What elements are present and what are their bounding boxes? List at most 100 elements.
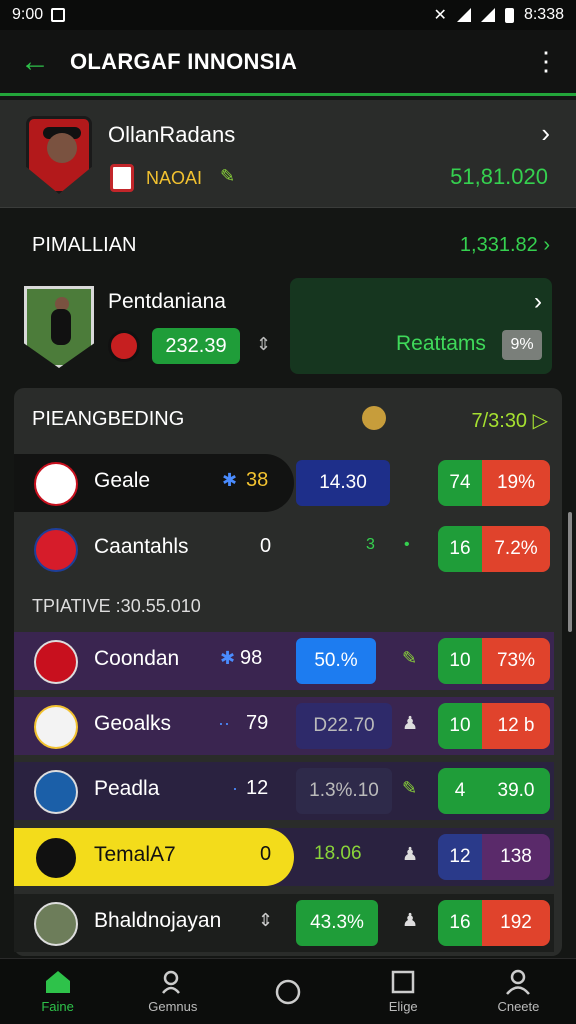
score-pair: 16 192 <box>438 900 550 946</box>
player-row[interactable]: Pentdaniana 232.39 ⇕ › Reattams 9% <box>0 278 576 378</box>
table-row[interactable]: Caantahls 0 3 • 16 7.2% <box>14 520 554 578</box>
score-pair: 16 7.2% <box>438 526 550 572</box>
standings-time-value: 7/3:30 <box>471 410 528 432</box>
team-logo-icon <box>34 462 78 506</box>
promo-card[interactable]: › Reattams 9% <box>290 278 552 374</box>
home-icon <box>44 969 72 995</box>
swap-icon[interactable]: ⇕ <box>256 334 271 355</box>
nav-label: Faine <box>41 999 74 1014</box>
score-a: 16 <box>438 526 482 572</box>
person-search-icon <box>159 969 187 995</box>
club-badge-icon <box>108 330 140 362</box>
player-icon: ♟ <box>402 844 419 864</box>
player-value: 232.39 <box>152 328 240 364</box>
player-name: Pentdaniana <box>108 290 226 313</box>
team-name: Geale <box>94 469 151 492</box>
team-stat: 0 <box>260 843 272 865</box>
table-row[interactable]: Peadla · 12 1.3%.10 ✎ 4 39.0 <box>14 762 554 820</box>
team-name: Geoalks <box>94 712 172 735</box>
player-photo <box>24 286 94 368</box>
team-logo-icon <box>34 836 78 880</box>
score-a: 16 <box>438 900 482 946</box>
team-name: Coondan <box>94 647 180 670</box>
table-row[interactable]: Coondan ✱ 98 50.% ✎ 10 73% <box>14 632 554 690</box>
table-row[interactable]: Geale ✱ 38 14.30 74 19% <box>14 454 554 512</box>
standings-title: PIEANGBEDING <box>32 408 185 430</box>
status-time: 9:00 <box>12 6 44 23</box>
scrollbar[interactable] <box>568 512 572 632</box>
nav-players[interactable]: Gemnus <box>115 959 230 1024</box>
dot-icon: • <box>404 536 410 553</box>
edit-icon[interactable]: ✎ <box>220 166 235 187</box>
swap-icon[interactable]: ⇕ <box>258 910 273 931</box>
chevron-right-icon[interactable]: › <box>541 118 550 149</box>
mute-icon: ✕ <box>433 7 447 24</box>
notification-icon <box>51 8 66 22</box>
nav-label: Gemnus <box>148 999 198 1014</box>
stat-box: 50.% <box>296 638 376 684</box>
team-logo-icon <box>34 640 78 684</box>
coin-icon <box>362 406 386 430</box>
team-logo-icon <box>34 705 78 749</box>
score-b: 73% <box>482 638 550 684</box>
battery-icon <box>504 7 514 23</box>
score-b: 7.2% <box>482 526 550 572</box>
team-value: 51,81.020 <box>450 164 548 189</box>
nav-profile[interactable]: Cneete <box>461 959 576 1024</box>
nation-flag-icon <box>110 164 134 192</box>
app-bar: ← OLARGAF INNONSIA ⋮ <box>0 30 576 96</box>
score-pair: 10 12 b <box>438 703 550 749</box>
mid-stat: 3 <box>366 536 375 553</box>
more-menu-icon[interactable]: ⋮ <box>516 29 576 95</box>
promo-tag: 9% <box>502 330 542 360</box>
team-stat: 12 <box>246 777 269 799</box>
table-row[interactable]: Bhaldnojayan ⇕ 43.3% ♟ 16 192 <box>14 894 554 952</box>
score-a: 10 <box>438 703 482 749</box>
signal-icon <box>480 8 495 22</box>
back-arrow-icon[interactable]: ← <box>0 29 70 95</box>
star-icon: ✱ <box>220 648 236 668</box>
bottom-navigation: Faine Gemnus Elige Cneete <box>0 958 576 1024</box>
promo-label: Reattams <box>396 332 486 355</box>
profile-icon <box>504 969 532 995</box>
nav-home[interactable]: Faine <box>0 959 115 1024</box>
page-title: OLARGAF INNONSIA <box>70 48 298 74</box>
nav-elige[interactable]: Elige <box>346 959 461 1024</box>
stat-box: D22.70 <box>296 703 392 749</box>
status-bar: 9:00 ✕ 8:338 <box>0 0 576 30</box>
section-value-link[interactable]: 1,331.82 › <box>460 234 550 257</box>
team-name: Peadla <box>94 777 160 800</box>
dot-icon: · <box>232 778 238 798</box>
team-stat: 98 <box>240 647 263 669</box>
score-pair: 4 39.0 <box>438 768 550 814</box>
edit-icon[interactable]: ✎ <box>402 648 417 669</box>
score-a: 74 <box>438 460 482 506</box>
score-b: 39.0 <box>482 768 550 814</box>
table-row[interactable]: TemalA7 0 18.06 ♟ 12 138 <box>14 828 554 886</box>
subsection-title: TPIATIVE :30.55.010 <box>32 596 201 616</box>
nav-label: Elige <box>388 999 418 1014</box>
team-stat: 0 <box>260 535 272 557</box>
score-b: 138 <box>482 834 550 880</box>
edit-icon[interactable]: ✎ <box>402 778 417 799</box>
section-title: PIMALLIAN <box>32 234 137 256</box>
section-value: 1,331.82 <box>459 234 538 256</box>
player-avatar <box>34 902 78 946</box>
score-pair: 10 73% <box>438 638 550 684</box>
dot-icon: ·· <box>218 713 230 733</box>
player-icon: ♟ <box>402 910 419 930</box>
standings-time[interactable]: 7/3:30 ▷ <box>471 408 548 433</box>
team-name: Bhaldnojayan <box>94 909 222 932</box>
nav-center[interactable] <box>230 959 345 1024</box>
score-pair: 12 138 <box>438 834 550 880</box>
stat-box: 43.3% <box>296 900 378 946</box>
star-icon: ✱ <box>222 470 238 490</box>
nation-label: NAOAI <box>146 168 203 188</box>
team-crest <box>26 116 92 194</box>
team-logo-icon <box>34 528 78 572</box>
team-summary-card[interactable]: OllanRadans › NAOAI ✎ 51,81.020 <box>0 100 576 208</box>
team-name: Caantahls <box>94 535 189 558</box>
chevron-right-icon[interactable]: › <box>534 288 542 316</box>
score-pair: 74 19% <box>438 460 550 506</box>
table-row[interactable]: Geoalks ·· 79 D22.70 ♟ 10 12 b <box>14 697 554 755</box>
